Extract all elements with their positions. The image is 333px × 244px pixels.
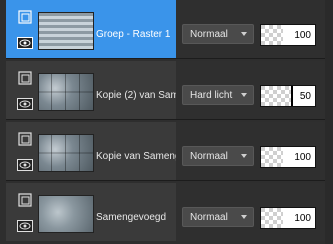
layer-properties: Normaal 100 [176,122,325,180]
blend-mode-select[interactable]: Normaal [182,207,254,227]
blend-mode-value: Normaal [190,151,228,162]
opacity-value: 100 [294,152,311,163]
opacity-value: 100 [294,30,311,41]
opacity-slider[interactable]: 100 [260,24,316,46]
layer-info-area[interactable]: Kopie (2) van Samen [6,61,176,119]
layer-properties: Normaal 100 [176,0,325,58]
row-divider [6,119,325,120]
panel-scroll-edge [325,0,333,244]
opacity-slider[interactable]: 100 [260,207,316,229]
eye-icon[interactable] [16,95,34,113]
eye-icon[interactable] [16,217,34,235]
layer-info-area[interactable]: Groep - Raster 1 [6,0,176,58]
layer-name[interactable]: Groep - Raster 1 [96,29,176,40]
layer-name[interactable]: Samengevoegd [96,212,176,223]
layer-icons [16,130,36,176]
chevron-down-icon [241,154,247,158]
blend-mode-select[interactable]: Normaal [182,146,254,166]
layer-list: Groep - Raster 1 Normaal 100 Kopie (2) v… [6,0,325,244]
opacity-slider[interactable]: 50 [260,85,316,107]
layer-name[interactable]: Kopie van Samengev [96,151,176,162]
raster-layer-icon[interactable] [16,130,34,148]
layer-properties: Hard licht 50 [176,61,325,119]
chevron-down-icon [241,32,247,36]
blend-mode-value: Hard licht [190,90,233,101]
layers-panel: Groep - Raster 1 Normaal 100 Kopie (2) v… [0,0,333,244]
layer-icons [16,8,36,54]
layer-thumbnail [38,195,94,233]
layer-thumbnail [38,134,94,172]
blend-mode-value: Normaal [190,212,228,223]
layer-row[interactable]: Groep - Raster 1 Normaal 100 [6,0,325,59]
raster-layer-icon[interactable] [16,69,34,87]
blend-mode-select[interactable]: Normaal [182,24,254,44]
layer-row[interactable]: Kopie (2) van Samen Hard licht 50 [6,61,325,120]
layer-group-icon[interactable] [16,8,34,26]
layer-name[interactable]: Kopie (2) van Samen [96,90,176,101]
blend-mode-select[interactable]: Hard licht [182,85,254,105]
layer-properties: Normaal 100 [176,183,325,241]
opacity-value: 100 [294,213,311,224]
opacity-slider[interactable]: 100 [260,146,316,168]
eye-icon[interactable] [16,34,34,52]
raster-layer-icon[interactable] [16,191,34,209]
layer-thumbnail [38,12,94,50]
layer-row[interactable]: Kopie van Samengev Normaal 100 [6,122,325,181]
eye-icon[interactable] [16,156,34,174]
layer-icons [16,191,36,237]
chevron-down-icon [241,93,247,97]
blend-mode-value: Normaal [190,29,228,40]
chevron-down-icon [241,215,247,219]
opacity-slider-notch[interactable] [291,86,293,106]
layer-row[interactable]: Samengevoegd Normaal 100 [6,183,325,241]
row-divider [6,58,325,59]
layer-info-area[interactable]: Kopie van Samengev [6,122,176,180]
opacity-value: 50 [299,91,311,102]
layer-info-area[interactable]: Samengevoegd [6,183,176,241]
row-divider [6,180,325,181]
layer-icons [16,69,36,115]
layer-thumbnail [38,73,94,111]
